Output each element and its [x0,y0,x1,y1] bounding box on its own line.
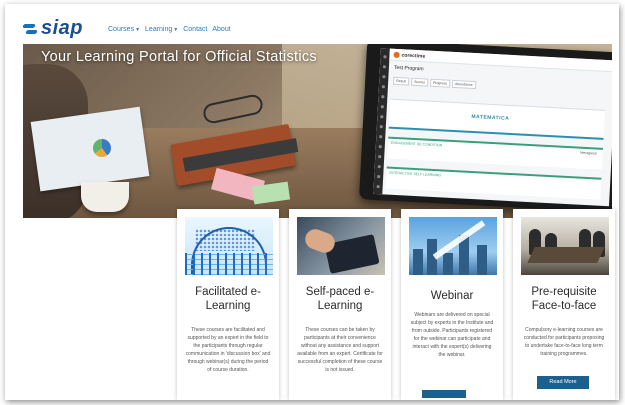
tablet-section-label: INTERACTIVE SELF LEARNING [389,170,442,178]
hero-title: Your Learning Portal for Official Statis… [41,49,317,65]
tablet-band-title: MATEMATICA [471,113,510,122]
main-nav: Courses ▼ Learning ▼ Contact About [108,26,231,33]
coffee-cup-image [81,182,129,212]
card-facilitated-elearning: Facilitated e-Learning These courses are… [177,209,279,400]
nav-label: Courses [108,26,135,33]
nav-label: About [212,26,231,33]
tablet-section-label: ENGAGEMENT DE CONDITION [390,140,443,148]
card-title[interactable]: Self-paced e-Learning [293,285,387,313]
card-prerequisite-face-to-face: Pre-requisite Face-to-face Compulsory e-… [513,209,615,400]
card-title[interactable]: Pre-requisite Face-to-face [517,285,611,313]
app-logo-icon [393,51,400,59]
nav-item-about[interactable]: About [212,26,230,33]
card-title[interactable]: Facilitated e-Learning [181,285,275,313]
read-more-button[interactable]: Read More [537,376,589,389]
card-image[interactable] [409,217,497,275]
tablet-tab: Result [393,76,410,86]
card-description: These courses can be taken by participan… [297,327,383,373]
card-description: These courses are facilitated and suppor… [185,327,271,373]
tablet-section: INTERACTIVE SELF LEARNING [385,166,602,200]
tablet-tab: Attendance [451,79,476,90]
card-image[interactable] [297,217,385,275]
tablet-band: MATEMATICA [388,98,605,140]
nav-label: Learning [145,26,173,33]
nav-item-contact[interactable]: Contact [183,26,207,33]
nav-item-courses[interactable]: Courses ▼ [108,26,140,33]
caret-down-icon: ▼ [135,26,141,33]
card-webinar: Webinar Webinars are delivered on specia… [401,209,503,400]
logo-mark-icon [23,22,39,36]
app-brand: corectime [401,52,426,60]
tablet-image: corectime Test Program Result Scores Pro… [358,44,612,213]
glasses-image [201,92,265,126]
tablet-page-title: Test Program [393,64,424,73]
logo-text: siap [41,17,84,39]
caret-down-icon: ▼ [173,26,179,33]
card-title[interactable]: Webinar [405,289,499,303]
tablet-screen: corectime Test Program Result Scores Pro… [373,48,612,207]
nav-item-learning[interactable]: Learning ▼ [145,26,178,33]
site-logo[interactable]: siap [23,17,83,40]
card-description: Compulsory e-learning courses are conduc… [523,327,605,357]
card-description: Webinars are delivered on special subjec… [410,312,494,358]
pie-chart-icon [93,139,111,157]
card-self-paced-elearning: Self-paced e-Learning These courses can … [289,209,391,400]
tablet-tab: Progress [429,78,451,88]
nav-label: Contact [183,26,208,33]
read-more-button[interactable] [422,390,466,398]
tablet-section-meta: Nenaglese [579,150,597,156]
browser-frame: siap Courses ▼ Learning ▼ Contact About [5,4,619,400]
card-image[interactable] [521,217,609,275]
tablet-section: ENGAGEMENT DE CONDITION Nenaglese [387,136,604,170]
course-cards: Facilitated e-Learning These courses are… [177,209,615,400]
card-image[interactable] [185,217,273,275]
hero-banner: corectime Test Program Result Scores Pro… [23,44,612,218]
tablet-tab: Scores [410,77,429,87]
site-header: siap Courses ▼ Learning ▼ Contact About [5,4,619,44]
tablet-tabs: Result Scores Progress Attendance [393,76,476,90]
